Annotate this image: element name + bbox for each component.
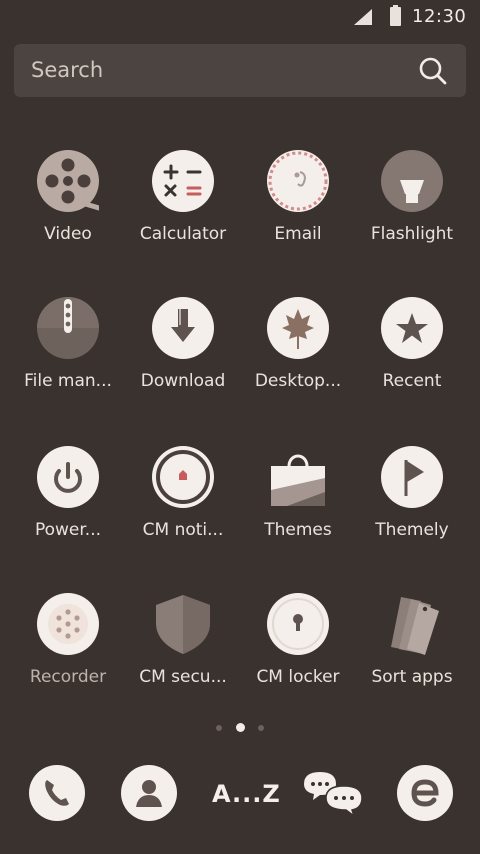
flag-icon <box>381 446 443 508</box>
app-cm-locker[interactable]: CM locker <box>240 593 356 693</box>
az-app-drawer-button[interactable]: A...Z <box>212 780 281 808</box>
search-label: Search <box>31 58 104 82</box>
maple-leaf-icon <box>267 297 329 359</box>
app-label: Calculator <box>139 224 227 244</box>
app-label: Recorder <box>29 667 107 687</box>
app-label: CM locker <box>256 667 340 687</box>
app-label: Power... <box>34 520 102 540</box>
app-label: Themes <box>264 520 332 540</box>
contacts-icon[interactable] <box>118 762 180 824</box>
email-stamp-icon <box>267 150 329 212</box>
file-manager-icon <box>37 297 99 359</box>
page-dot[interactable] <box>258 725 264 731</box>
app-label: Email <box>274 224 322 244</box>
microphone-grille-icon <box>37 593 99 655</box>
download-icon <box>152 297 214 359</box>
app-label: Recent <box>382 371 442 391</box>
app-label: Download <box>140 371 226 391</box>
app-cm-notify[interactable]: CM noti... <box>125 446 241 546</box>
flashlight-icon <box>381 150 443 212</box>
app-themely[interactable]: Themely <box>354 446 470 546</box>
app-flashlight[interactable]: Flashlight <box>354 150 470 250</box>
app-sort-apps[interactable]: Sort apps <box>354 593 470 693</box>
page-dot[interactable] <box>216 725 222 731</box>
browser-icon[interactable] <box>394 762 456 824</box>
phone-icon[interactable] <box>26 762 88 824</box>
app-label: CM noti... <box>142 520 224 540</box>
signal-icon <box>354 9 372 25</box>
film-reel-icon <box>37 150 99 212</box>
app-power[interactable]: Power... <box>10 446 126 546</box>
notification-ring-icon <box>152 446 214 508</box>
battery-icon <box>390 5 401 26</box>
app-desktop[interactable]: Desktop... <box>240 297 356 397</box>
app-file-manager[interactable]: File man... <box>10 297 126 397</box>
app-label: Themely <box>375 520 449 540</box>
tags-icon <box>391 597 439 655</box>
app-themes[interactable]: Themes <box>240 446 356 546</box>
app-label: Flashlight <box>370 224 454 244</box>
status-bar: 12:30 <box>0 0 480 34</box>
app-label: CM secu... <box>139 667 227 687</box>
app-calculator[interactable]: Calculator <box>125 150 241 250</box>
page-dot-active[interactable] <box>236 723 245 732</box>
app-recent[interactable]: Recent <box>354 297 470 397</box>
messages-icon[interactable] <box>300 762 366 824</box>
app-cm-security[interactable]: CM secu... <box>125 593 241 693</box>
app-video[interactable]: Video <box>10 150 126 250</box>
dock: A...Z <box>0 762 480 832</box>
app-download[interactable]: Download <box>125 297 241 397</box>
app-email[interactable]: Email <box>240 150 356 250</box>
keyhole-icon <box>267 593 329 655</box>
calculator-icon <box>152 150 214 212</box>
page-indicator <box>0 721 480 735</box>
power-icon <box>37 446 99 508</box>
search-bar[interactable]: Search <box>14 44 466 97</box>
app-label: File man... <box>24 371 112 391</box>
app-label: Sort apps <box>371 667 453 687</box>
app-label: Desktop... <box>254 371 342 391</box>
search-icon[interactable] <box>418 56 448 86</box>
shopping-bag-icon <box>271 454 325 506</box>
star-icon <box>381 297 443 359</box>
app-recorder[interactable]: Recorder <box>10 593 126 693</box>
status-time: 12:30 <box>412 6 467 27</box>
app-label: Video <box>44 224 92 244</box>
shield-icon <box>156 595 210 654</box>
